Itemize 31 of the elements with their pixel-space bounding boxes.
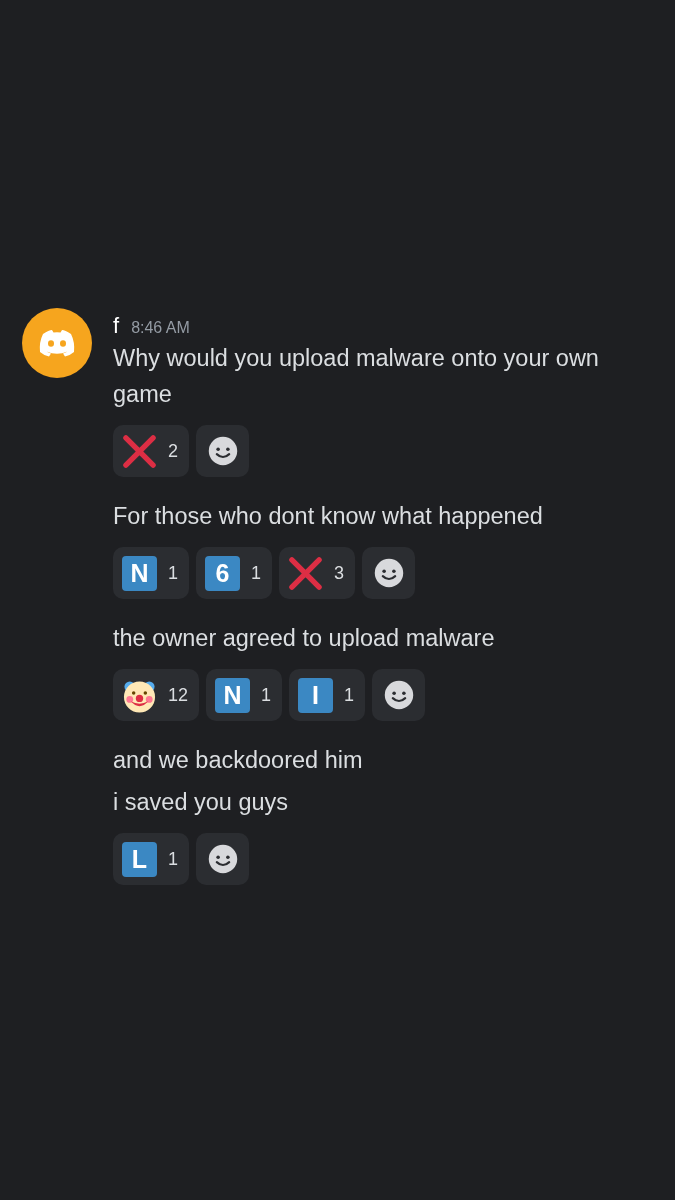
reaction-button[interactable]: N 1 (206, 669, 283, 721)
letter-emoji: 6 (205, 555, 240, 591)
add-reaction-button[interactable] (372, 669, 426, 721)
author-name[interactable]: f (113, 312, 120, 340)
reaction-button[interactable]: 2 (113, 425, 189, 477)
letter-emoji: L (122, 841, 157, 877)
letter-emoji: N (122, 555, 157, 591)
reaction-button[interactable]: I 1 (289, 669, 366, 721)
message-text: the owner agreed to upload malware (113, 624, 496, 653)
timestamp: 8:46 AM (131, 318, 190, 338)
reaction-button[interactable]: 3 (279, 547, 356, 599)
smiley-icon (206, 843, 239, 875)
smiley-icon (382, 679, 415, 711)
smiley-icon (372, 557, 405, 589)
add-reaction-button[interactable] (362, 547, 416, 599)
message-text: Why would you upload malware onto your own game (113, 344, 600, 409)
reaction-button[interactable]: 6 1 (196, 547, 273, 599)
message-text: i saved you guys (113, 788, 290, 817)
cross-mark-icon (122, 433, 157, 469)
letter-emoji: N (215, 677, 251, 713)
reaction-button[interactable]: 12 (113, 669, 200, 721)
avatar-icon (22, 308, 92, 378)
cross-mark-icon (288, 555, 324, 591)
reaction-button[interactable]: N 1 (113, 547, 189, 599)
letter-emoji: I (298, 677, 334, 713)
add-reaction-button[interactable] (196, 833, 249, 885)
message-text: and we backdoored him (113, 746, 364, 775)
message-text: For those who dont know what happened (113, 502, 544, 531)
smiley-icon (206, 435, 239, 467)
reaction-button[interactable]: L 1 (113, 833, 189, 885)
add-reaction-button[interactable] (196, 425, 249, 477)
